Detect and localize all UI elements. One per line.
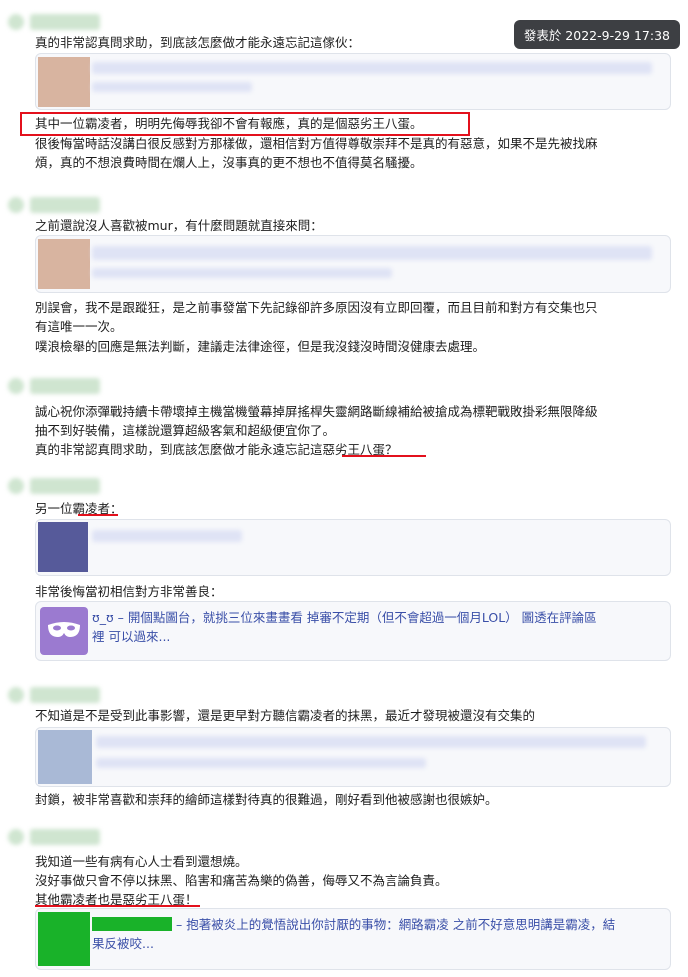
red-underline bbox=[342, 455, 426, 457]
post-text: 有這唯一一次。 bbox=[35, 319, 123, 334]
post-text: 噗浪檢舉的回應是無法判斷，建議走法律途徑，但是我沒錢沒時間沒健康去處理。 bbox=[35, 339, 486, 354]
post-text: 封鎖，被非常喜歡和崇拜的繪師這樣對待真的很難過，剛好看到他被感謝也很嫉妒。 bbox=[35, 792, 498, 807]
avatar[interactable] bbox=[8, 378, 24, 394]
link-preview-card[interactable] bbox=[35, 727, 671, 787]
link-title[interactable]: ʊ_ʊ – 開個點圖台，就挑三位來畫畫看 掉審不定期（但不會超過一個月LOL） … bbox=[92, 608, 597, 627]
post-text: 別誤會，我不是跟蹤狂，是之前事發當下先記錄卻許多原因沒有立即回覆，而且目前和對方… bbox=[35, 300, 598, 315]
link-thumbnail bbox=[38, 522, 88, 572]
link-title bbox=[92, 246, 652, 260]
link-thumbnail bbox=[38, 912, 90, 966]
username[interactable] bbox=[30, 197, 100, 213]
link-description bbox=[96, 758, 426, 768]
link-title-continued[interactable]: 果反被咬... bbox=[92, 934, 154, 953]
post-text: 真的非常認真問求助，到底該怎麼做才能永遠忘記這傢伙： bbox=[35, 35, 361, 50]
link-title-redaction bbox=[92, 917, 172, 931]
link-description bbox=[92, 268, 392, 278]
post-text: 非常後悔當初相信對方非常善良： bbox=[35, 584, 223, 599]
mask-icon bbox=[48, 622, 80, 637]
link-thumbnail bbox=[40, 607, 88, 655]
link-preview-card[interactable] bbox=[35, 519, 671, 576]
avatar[interactable] bbox=[8, 197, 24, 213]
post-text: 誠心祝你添彈戰持續卡帶壞掉主機當機螢幕掉屏搖桿失靈網路斷線補給被搶成為標靶戰敗掛… bbox=[35, 404, 598, 419]
avatar[interactable] bbox=[8, 478, 24, 494]
red-underline bbox=[78, 514, 118, 516]
link-preview-card[interactable] bbox=[35, 53, 671, 110]
link-title-continued[interactable]: 裡 可以過來... bbox=[92, 627, 170, 646]
username[interactable] bbox=[30, 687, 100, 703]
username[interactable] bbox=[30, 14, 100, 30]
link-preview-card[interactable] bbox=[35, 235, 671, 293]
link-title bbox=[92, 530, 242, 542]
link-title[interactable]: – 抱著被炎上的覺悟說出你討厭的事物：網路霸凌 之前不好意思明講是霸凌，結 bbox=[176, 915, 615, 934]
post-text: 很後悔當時話沒講白很反感對方那樣做，還相信對方值得尊敬崇拜不是真的有惡意，如果不… bbox=[35, 136, 598, 151]
link-thumbnail bbox=[38, 57, 90, 107]
avatar[interactable] bbox=[8, 687, 24, 703]
avatar[interactable] bbox=[8, 829, 24, 845]
post-text: 抽不到好裝備，這樣說還算超級客氣和超級便宜你了。 bbox=[35, 423, 336, 438]
link-thumbnail bbox=[38, 730, 92, 784]
username[interactable] bbox=[30, 478, 100, 494]
link-thumbnail bbox=[38, 239, 90, 289]
post-text: 之前還說沒人喜歡被mur，有什麼問題就直接來問： bbox=[35, 218, 323, 233]
post-timestamp-tooltip: 發表於 2022-9-29 17:38 bbox=[513, 20, 680, 49]
red-highlight-box bbox=[20, 112, 470, 136]
link-preview-card[interactable]: – 抱著被炎上的覺悟說出你討厭的事物：網路霸凌 之前不好意思明講是霸凌，結 果反… bbox=[35, 908, 671, 970]
avatar[interactable] bbox=[8, 14, 24, 30]
link-title bbox=[96, 736, 646, 748]
link-preview-card[interactable]: ʊ_ʊ – 開個點圖台，就挑三位來畫畫看 掉審不定期（但不會超過一個月LOL） … bbox=[35, 601, 671, 661]
post-text: 我知道一些有病有心人士看到還想燒。 bbox=[35, 854, 248, 869]
username[interactable] bbox=[30, 829, 100, 845]
post-text: 煩，真的不想浪費時間在爛人上，沒事真的更不想也不值得莫名騷擾。 bbox=[35, 155, 423, 170]
link-description bbox=[92, 82, 252, 92]
link-title bbox=[92, 62, 652, 74]
post-text: 不知道是不是受到此事影響，還是更早對方聽信霸凌者的抹黑，最近才發現被還沒有交集的 bbox=[35, 708, 536, 723]
post-text: 沒好事做只會不停以抹黑、陷害和痛苦為樂的偽善，侮辱又不為言論負責。 bbox=[35, 873, 448, 888]
red-underline bbox=[35, 905, 200, 907]
username[interactable] bbox=[30, 378, 100, 394]
